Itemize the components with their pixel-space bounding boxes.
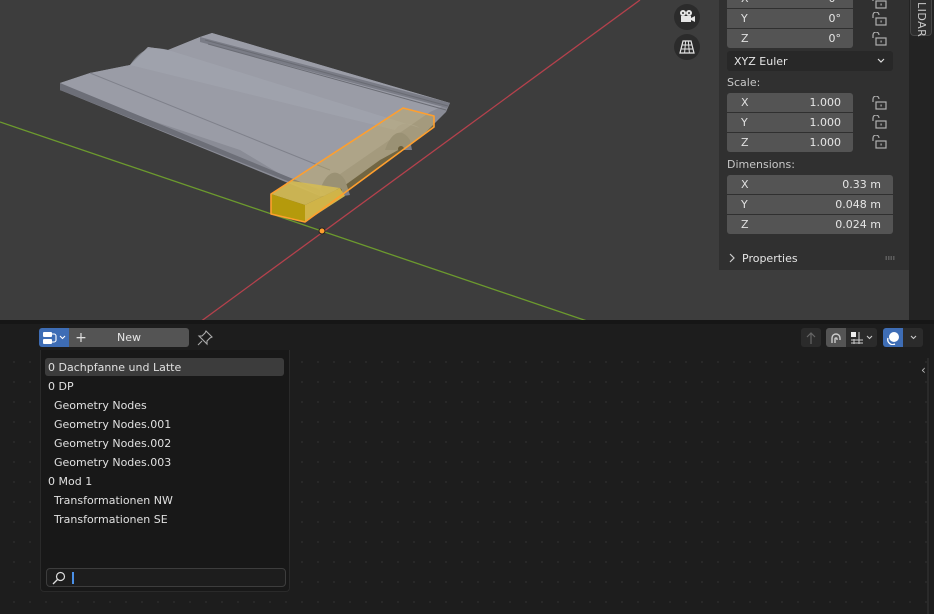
scale-y-field[interactable]: Y 1.000: [727, 113, 853, 132]
lock-rotation-y-icon[interactable]: [871, 12, 887, 26]
field-value: 0.024 m: [835, 218, 881, 231]
chevron-right-icon: [729, 253, 735, 263]
field-value: 0.048 m: [835, 198, 881, 211]
text-cursor: [72, 572, 74, 584]
plus-icon: +: [75, 329, 87, 346]
field-value: 0°: [828, 32, 842, 45]
axis-label: Y: [741, 198, 748, 211]
rotation-mode-value: XYZ Euler: [734, 54, 788, 68]
scale-x-field[interactable]: X 1.000: [727, 93, 853, 112]
pin-icon[interactable]: [196, 329, 214, 347]
chevron-down-icon: [866, 335, 873, 340]
axis-label: Z: [741, 218, 749, 231]
axis-label: X: [741, 0, 749, 5]
new-button-label: New: [117, 331, 141, 344]
search-icon: [52, 571, 66, 585]
item-label: 0 Dachpfanne und Latte: [48, 360, 182, 374]
drag-grip-icon[interactable]: [885, 256, 895, 260]
field-value: 0°: [829, 0, 842, 5]
dimension-x-field[interactable]: X 0.33 m: [727, 175, 893, 194]
axis-label: Z: [741, 136, 749, 149]
scale-z-field[interactable]: Z 1.000: [727, 133, 853, 152]
node-group-search-field[interactable]: [46, 568, 286, 587]
node-group-item[interactable]: 0 Mod 1: [45, 472, 284, 490]
node-group-item[interactable]: Transformationen NW: [45, 491, 284, 509]
overlays-toggle-button[interactable]: [883, 328, 903, 347]
parent-node-tree-button[interactable]: [801, 328, 821, 347]
sidebar-properties-panel: X 0° Y 0° Z 0° XYZ Euler Scale: X 1.000 …: [719, 0, 909, 270]
item-label: Geometry Nodes.003: [54, 455, 172, 469]
rotation-z-field[interactable]: Z 0°: [727, 29, 853, 48]
item-label: Geometry Nodes.001: [54, 417, 172, 431]
lock-rotation-z-icon[interactable]: [871, 32, 887, 46]
tab-lidar-label: LIDAR: [915, 2, 928, 38]
rotation-y-field[interactable]: Y 0°: [727, 9, 853, 28]
chevron-down-icon: [910, 335, 916, 340]
node-group-item[interactable]: Geometry Nodes: [45, 396, 284, 414]
item-label: Transformationen NW: [54, 493, 173, 507]
rotation-x-field[interactable]: X 0°: [727, 0, 853, 8]
sidebar-tab-strip: LIDAR: [909, 0, 934, 320]
item-label: 0 Mod 1: [48, 474, 93, 488]
field-value: 1.000: [809, 96, 842, 109]
node-editor-header: + New: [0, 324, 934, 350]
chevron-down-icon: [877, 58, 885, 63]
node-group-item[interactable]: Geometry Nodes.003: [45, 453, 284, 471]
rotation-mode-dropdown[interactable]: XYZ Euler: [727, 51, 893, 71]
toggle-perspective-button[interactable]: [674, 34, 700, 60]
dimension-z-field[interactable]: Z 0.024 m: [727, 215, 893, 234]
axis-label: X: [741, 96, 749, 109]
item-label: 0 DP: [48, 379, 74, 393]
field-value: 1.000: [809, 136, 842, 149]
dimension-y-field[interactable]: Y 0.048 m: [727, 195, 893, 214]
editor-type-selector[interactable]: [39, 328, 69, 347]
node-group-item[interactable]: 0 DP: [45, 377, 284, 395]
snap-grid-icon: [851, 331, 863, 344]
dimensions-label: Dimensions:: [727, 158, 795, 171]
lock-scale-z-icon[interactable]: [871, 135, 887, 149]
perspective-grid-icon: [679, 40, 695, 54]
node-group-item[interactable]: Geometry Nodes.002: [45, 434, 284, 452]
magnet-icon: [831, 332, 841, 343]
overlays-icon: [887, 331, 899, 345]
node-group-item[interactable]: Transformationen SE: [45, 510, 284, 528]
axis-label: Y: [741, 116, 748, 129]
object-origin-dot: [318, 227, 326, 235]
chevron-down-icon: [59, 335, 66, 340]
sidebar-scrollbar[interactable]: [927, 358, 929, 614]
item-label: Geometry Nodes.002: [54, 436, 172, 450]
new-node-group-button[interactable]: + New: [69, 328, 189, 347]
properties-panel-header[interactable]: Properties: [719, 247, 909, 269]
expand-sidebar-icon[interactable]: ‹: [921, 363, 926, 377]
snap-mode-dropdown[interactable]: [846, 328, 877, 347]
camera-view-icon: [680, 10, 695, 22]
item-label: Transformationen SE: [54, 512, 168, 526]
properties-panel-label: Properties: [742, 251, 798, 265]
lock-scale-x-icon[interactable]: [871, 96, 887, 110]
axis-label: Y: [741, 12, 748, 25]
node-group-item[interactable]: Geometry Nodes.001: [45, 415, 284, 433]
node-group-item[interactable]: 0 Dachpfanne und Latte: [45, 358, 284, 376]
search-input[interactable]: [75, 570, 280, 585]
arrow-up-icon: [806, 331, 816, 344]
snap-toggle-button[interactable]: [826, 328, 846, 347]
scale-label: Scale:: [727, 76, 761, 89]
item-label: Geometry Nodes: [54, 398, 147, 412]
node-editor-icon: [43, 331, 57, 344]
camera-view-button[interactable]: [674, 4, 700, 30]
tab-lidar[interactable]: LIDAR: [910, 0, 932, 38]
field-value: 0°: [828, 12, 842, 25]
axis-label: Z: [741, 32, 749, 45]
node-group-dropdown-menu: 0 Dachpfanne und Latte 0 DP Geometry Nod…: [40, 350, 290, 592]
lock-scale-y-icon[interactable]: [871, 115, 887, 129]
axis-label: X: [741, 178, 749, 191]
overlays-dropdown[interactable]: [903, 328, 923, 347]
lock-rotation-x-icon[interactable]: [871, 0, 887, 9]
field-value: 1.000: [809, 116, 842, 129]
field-value: 0.33 m: [842, 178, 881, 191]
